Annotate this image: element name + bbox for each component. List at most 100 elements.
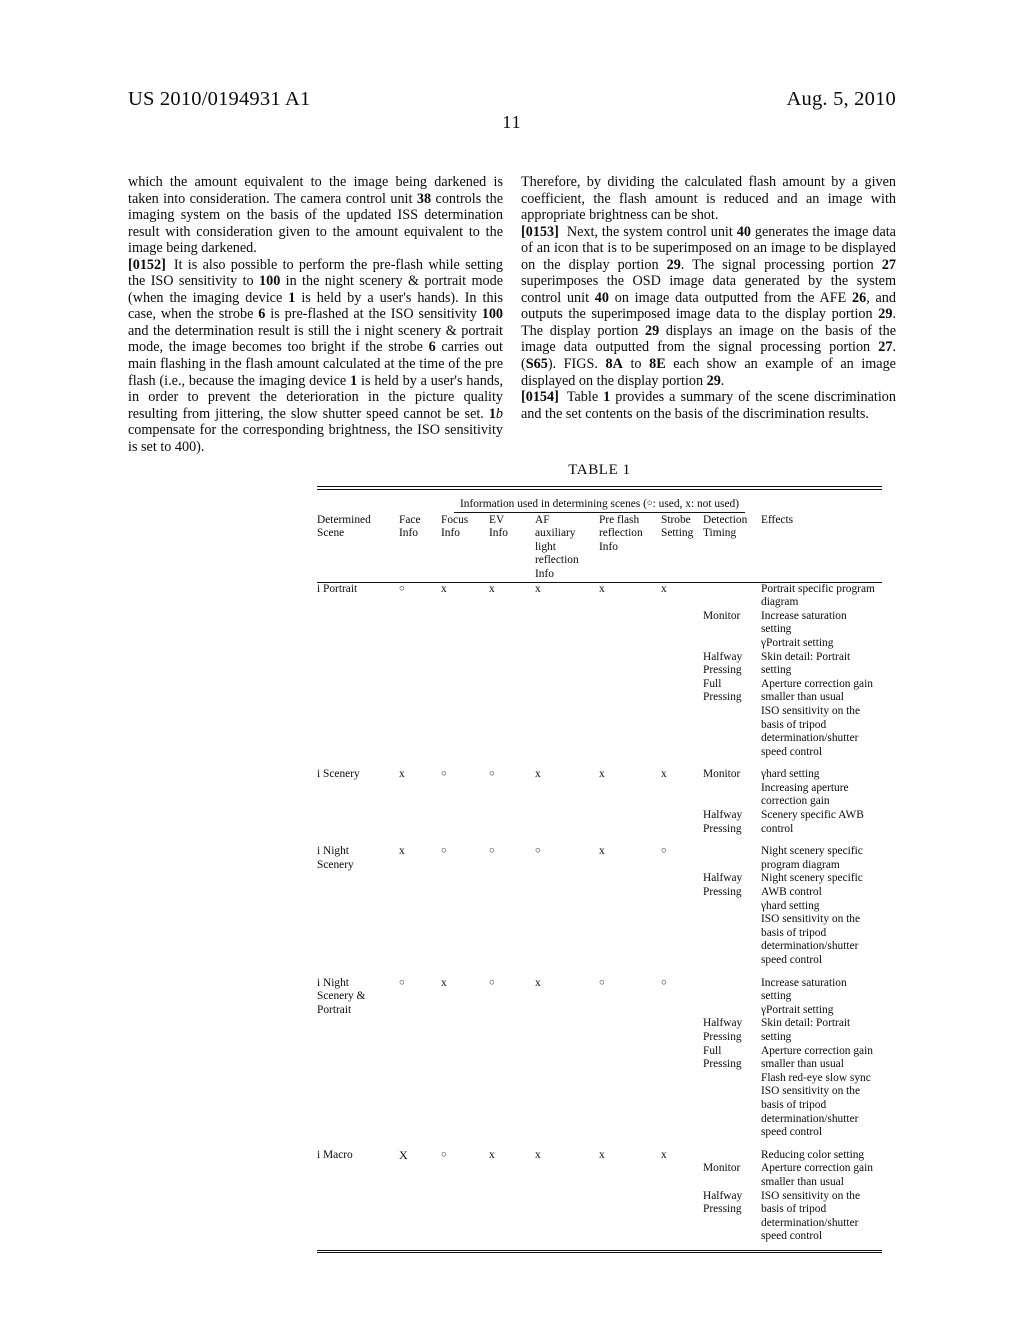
- cell-effects: speed control: [761, 1126, 823, 1139]
- cell-detection-timing: [703, 1072, 761, 1086]
- cell-detection-timing: [703, 746, 761, 760]
- cell-detection-timing: [703, 583, 761, 597]
- table-row: i Night Scenery x ○ ○ ○ x ○ Night scenery speci…: [317, 845, 882, 871]
- cell-effects: program diagram: [761, 858, 840, 871]
- cell-effects: γPortrait setting: [761, 636, 834, 649]
- cell-effects: Aperture correction gain: [761, 677, 873, 690]
- column-header-focus: Focus Info: [441, 513, 469, 540]
- table-row: i Portrait ○ x x x x x Portrait specific progr…: [317, 583, 882, 597]
- cell-effects: setting: [761, 623, 792, 636]
- cell-af-light: x: [535, 582, 541, 595]
- cell-detection-timing: [703, 596, 761, 610]
- cell-detection-timing: [703, 782, 761, 796]
- cell-determined-scene: i Portrait: [317, 582, 358, 595]
- cell-effects: Scenery specific AWB: [761, 809, 864, 822]
- cell-detection-timing: [703, 705, 761, 719]
- paragraph: [0153] Next, the system control unit 40 g…: [521, 223, 896, 389]
- cell-ev: ○: [489, 977, 495, 988]
- cell-detection-timing: [703, 637, 761, 651]
- cell-effects: smaller than usual: [761, 1058, 844, 1071]
- cell-detection-timing: Pressing: [703, 886, 742, 899]
- body-columns: which the amount equivalent to the image…: [128, 174, 896, 455]
- cell-effects: Aperture correction gain: [761, 1044, 873, 1057]
- cell-pre-flash: x: [599, 582, 605, 595]
- cell-detection-timing: [703, 900, 761, 914]
- table-head: Determined Scene Face Info Focus Info EV Inf…: [317, 514, 882, 582]
- column-header-scene: Determined Scene: [317, 513, 371, 540]
- cell-effects: ISO sensitivity on the: [761, 704, 861, 717]
- cell-effects: determination/shutter: [761, 940, 859, 953]
- cell-detection-timing: Halfway: [703, 1017, 743, 1030]
- cell-af-light: x: [535, 1148, 541, 1161]
- cell-detection-timing: [703, 845, 761, 859]
- text-column-right: Therefore, by dividing the calculated fl…: [521, 174, 896, 455]
- table-header-row: Determined Scene Face Info Focus Info EV Inf…: [317, 514, 882, 582]
- cell-detection-timing: [703, 795, 761, 809]
- cell-effects: basis of tripod: [761, 1098, 827, 1111]
- cell-af-light: ○: [535, 846, 541, 857]
- cell-focus: x: [441, 582, 447, 595]
- cell-detection-timing: Full: [703, 1044, 722, 1057]
- cell-effects: diagram: [761, 596, 799, 609]
- cell-af-light: x: [535, 976, 541, 989]
- cell-detection-timing: [703, 954, 761, 968]
- cell-face: X: [399, 1147, 408, 1162]
- cell-effects: Increase saturation: [761, 609, 847, 622]
- cell-effects: speed control: [761, 1230, 823, 1243]
- table-bottom-rule: [317, 1249, 882, 1254]
- cell-effects: ISO sensitivity on the: [761, 913, 861, 926]
- cell-focus: ○: [441, 769, 447, 780]
- cell-detection-timing: Pressing: [703, 1058, 742, 1071]
- cell-detection-timing: [703, 1004, 761, 1018]
- table-1-grid: Determined Scene Face Info Focus Info EV Inf…: [317, 514, 882, 582]
- cell-detection-timing: Halfway: [703, 809, 743, 822]
- table-row-gap: [317, 836, 882, 845]
- cell-detection-timing: [703, 977, 761, 991]
- cell-effects: Increase saturation: [761, 976, 847, 989]
- cell-determined-scene: i Scenery: [317, 768, 360, 781]
- cell-af-light: x: [535, 768, 541, 781]
- cell-effects: γPortrait setting: [761, 1003, 834, 1016]
- cell-effects: Night scenery specific: [761, 845, 863, 858]
- cell-effects: determination/shutter: [761, 1112, 859, 1125]
- cell-detection-timing: [703, 623, 761, 637]
- cell-strobe: x: [661, 582, 667, 595]
- cell-detection-timing: [703, 927, 761, 941]
- table-1-body: i Portrait ○ x x x x x Portrait specific progr…: [317, 583, 882, 1244]
- cell-effects: AWB control: [761, 886, 822, 899]
- cell-detection-timing: [703, 1113, 761, 1127]
- paragraph: which the amount equivalent to the image…: [128, 174, 504, 257]
- cell-detection-timing: [703, 732, 761, 746]
- cell-pre-flash: x: [599, 1148, 605, 1161]
- cell-strobe: x: [661, 1148, 667, 1161]
- table-1: TABLE 1 Information used in determining …: [317, 462, 882, 1254]
- cell-ev: ○: [489, 846, 495, 857]
- column-header-effects: Effects: [761, 513, 794, 526]
- page-number: 11: [502, 112, 522, 132]
- cell-effects: correction gain: [761, 795, 830, 808]
- cell-effects: Skin detail: Portrait: [761, 650, 851, 663]
- column-header-af-aux-light: AF auxiliary light reflection Info: [535, 513, 579, 580]
- cell-pre-flash: x: [599, 845, 605, 858]
- paragraph: Therefore, by dividing the calculated fl…: [521, 174, 896, 224]
- cell-effects: determination/shutter: [761, 1216, 859, 1229]
- paragraph: [0154] Table 1 provides a summary of the …: [521, 389, 896, 422]
- cell-detection-timing: [703, 1126, 761, 1140]
- cell-effects: γhard setting: [761, 768, 820, 781]
- cell-detection-timing: [703, 990, 761, 1004]
- cell-determined-scene: i Macro: [317, 1148, 353, 1161]
- cell-effects: Aperture correction gain: [761, 1162, 873, 1175]
- table-row-gap: [317, 759, 882, 768]
- cell-detection-timing: Pressing: [703, 1030, 742, 1043]
- cell-effects: control: [761, 822, 794, 835]
- cell-determined-scene: i Night Scenery: [317, 845, 354, 871]
- cell-detection-timing: [703, 1217, 761, 1231]
- cell-detection-timing: Monitor: [703, 609, 741, 622]
- cell-effects: Skin detail: Portrait: [761, 1017, 851, 1030]
- table-spanner-label: Information used in determining scenes (…: [453, 498, 746, 513]
- cell-strobe: ○: [661, 846, 667, 857]
- cell-ev: ○: [489, 769, 495, 780]
- cell-detection-timing: [703, 1099, 761, 1113]
- cell-determined-scene: i Night Scenery & Portrait: [317, 976, 366, 1016]
- cell-detection-timing: Pressing: [703, 664, 742, 677]
